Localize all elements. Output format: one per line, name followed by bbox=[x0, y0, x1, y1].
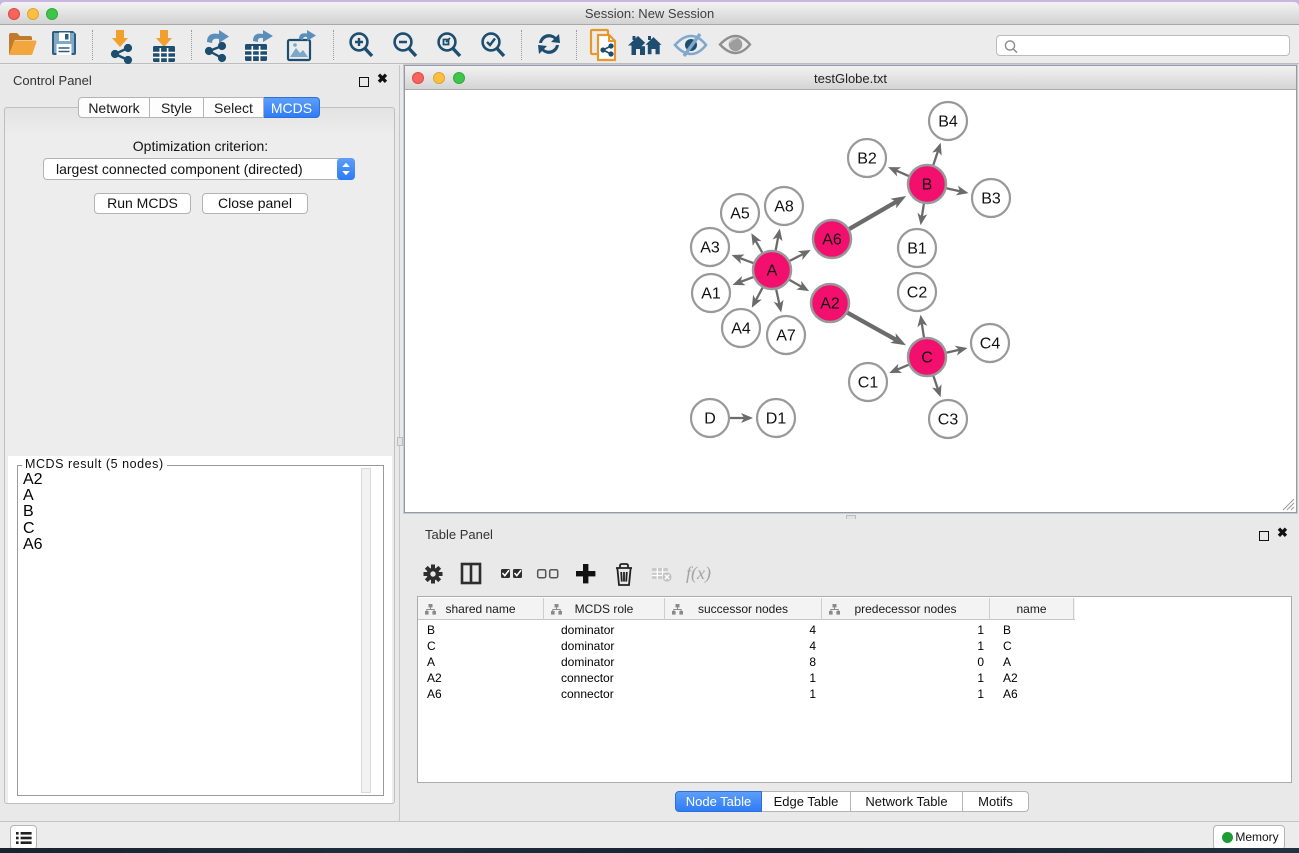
svg-text:C1: C1 bbox=[858, 375, 879, 392]
svg-text:B4: B4 bbox=[938, 114, 958, 131]
svg-text:D: D bbox=[704, 411, 716, 428]
svg-text:C2: C2 bbox=[907, 285, 928, 302]
svg-text:B2: B2 bbox=[857, 151, 877, 168]
svg-text:A7: A7 bbox=[776, 328, 796, 345]
svg-text:C3: C3 bbox=[938, 412, 959, 429]
svg-text:f(x): f(x) bbox=[686, 563, 711, 584]
svg-text:A6: A6 bbox=[822, 232, 842, 249]
svg-text:A: A bbox=[767, 263, 778, 280]
svg-text:A4: A4 bbox=[731, 321, 751, 338]
svg-text:C4: C4 bbox=[980, 336, 1001, 353]
svg-text:B1: B1 bbox=[907, 241, 927, 258]
svg-text:B3: B3 bbox=[981, 191, 1001, 208]
svg-text:B: B bbox=[922, 177, 933, 194]
svg-text:A3: A3 bbox=[700, 240, 720, 257]
svg-text:A5: A5 bbox=[730, 206, 750, 223]
svg-text:D1: D1 bbox=[766, 411, 787, 428]
svg-text:C: C bbox=[921, 350, 933, 367]
svg-text:A8: A8 bbox=[774, 199, 794, 216]
svg-text:A1: A1 bbox=[701, 286, 721, 303]
svg-text:A2: A2 bbox=[820, 296, 840, 313]
